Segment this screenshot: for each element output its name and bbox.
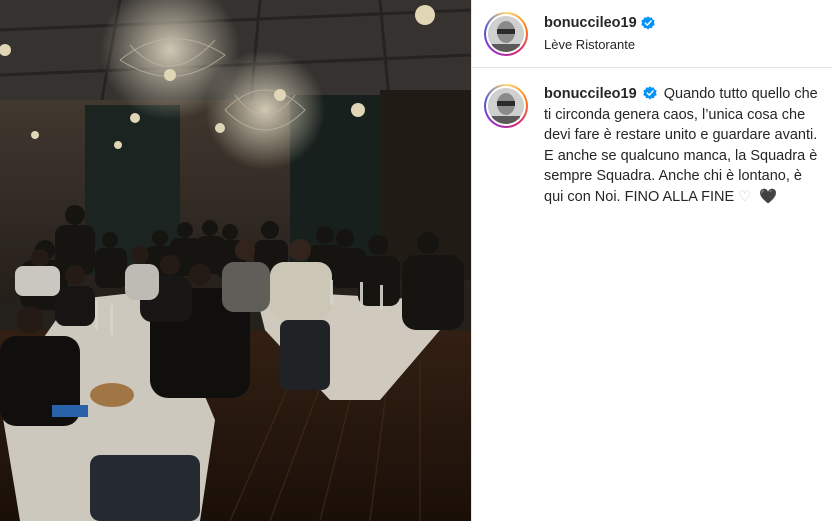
white-heart-icon: ♡ xyxy=(738,188,754,205)
team-dinner-photo xyxy=(0,0,471,521)
instagram-post: bonuccileo19 Lève Ristorante bonuccileo1… xyxy=(0,0,832,521)
caption-username[interactable]: bonuccileo19 xyxy=(544,86,637,102)
post-header: bonuccileo19 Lève Ristorante xyxy=(472,0,832,68)
post-caption: bonuccileo19 Quando tutto quello che ti … xyxy=(472,68,832,207)
verified-badge-icon xyxy=(641,16,655,30)
location-link[interactable]: Lève Ristorante xyxy=(544,37,655,52)
caption-text: bonuccileo19 Quando tutto quello che ti … xyxy=(544,84,820,207)
post-sidebar: bonuccileo19 Lève Ristorante bonuccileo1… xyxy=(472,0,832,521)
avatar-icon xyxy=(488,15,524,52)
username[interactable]: bonuccileo19 xyxy=(544,15,637,31)
avatar-icon xyxy=(488,88,524,124)
caption-story-ring[interactable] xyxy=(484,84,528,128)
profile-avatar xyxy=(488,15,524,52)
caption-body: Quando tutto quello che ti circonda gene… xyxy=(544,86,818,205)
black-heart-icon: 🖤 xyxy=(759,188,780,205)
caption-emojis: ♡ 🖤 xyxy=(738,189,779,205)
caption-avatar xyxy=(488,88,524,124)
post-photo[interactable] xyxy=(0,0,472,521)
story-ring[interactable] xyxy=(484,11,528,56)
verified-badge-icon xyxy=(643,86,657,100)
